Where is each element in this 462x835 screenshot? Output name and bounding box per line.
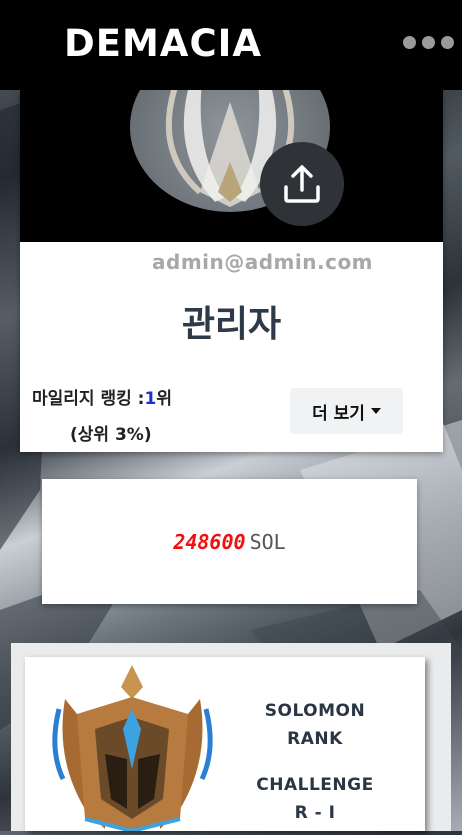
profile-card: admin@admin.com 관리자 마일리지 랭킹 :1위 (상위 3%) … [20, 90, 443, 452]
mileage-rank-label: 마일리지 랭킹 : [32, 389, 145, 409]
rank-tier-line1: CHALLENGE [256, 775, 374, 795]
menu-dot [441, 36, 454, 49]
rank-tier-line2: R - I [294, 803, 336, 823]
more-button-label: 더 보기 [312, 403, 365, 424]
rank-title-line1: SOLOMON [264, 701, 366, 721]
rank-section: SOLOMON RANK CHALLENGE R - I [11, 643, 451, 834]
upload-photo-button[interactable] [260, 142, 344, 226]
more-horizontal-icon[interactable] [403, 36, 454, 49]
points-value: 248600 [173, 529, 246, 554]
upload-icon [284, 165, 320, 203]
more-dropdown-button[interactable]: 더 보기 [290, 388, 403, 434]
mileage-rank-value: 1 [144, 389, 157, 409]
points-card: 248600 SOL [42, 479, 417, 604]
mileage-top-percent: (상위 3%) [70, 425, 152, 445]
mileage-rank: 마일리지 랭킹 :1위 [32, 384, 172, 409]
brand-logo[interactable]: DEMACIA [64, 22, 262, 65]
rank-card: SOLOMON RANK CHALLENGE R - I [25, 657, 425, 834]
profile-nickname: 관리자 [181, 304, 282, 345]
points-unit: SOL [249, 529, 286, 554]
profile-banner [20, 90, 443, 242]
menu-dot [403, 36, 416, 49]
caret-down-icon [370, 408, 381, 414]
rank-title: SOLOMON RANK [245, 697, 385, 753]
mileage-rank-suffix: 위 [156, 389, 172, 409]
menu-dot [422, 36, 435, 49]
top-bar: DEMACIA [0, 0, 462, 90]
profile-email: admin@admin.com [152, 250, 374, 274]
challenger-emblem-icon [45, 659, 220, 834]
rank-tier: CHALLENGE R - I [245, 771, 385, 827]
rank-title-line2: RANK [287, 729, 343, 749]
